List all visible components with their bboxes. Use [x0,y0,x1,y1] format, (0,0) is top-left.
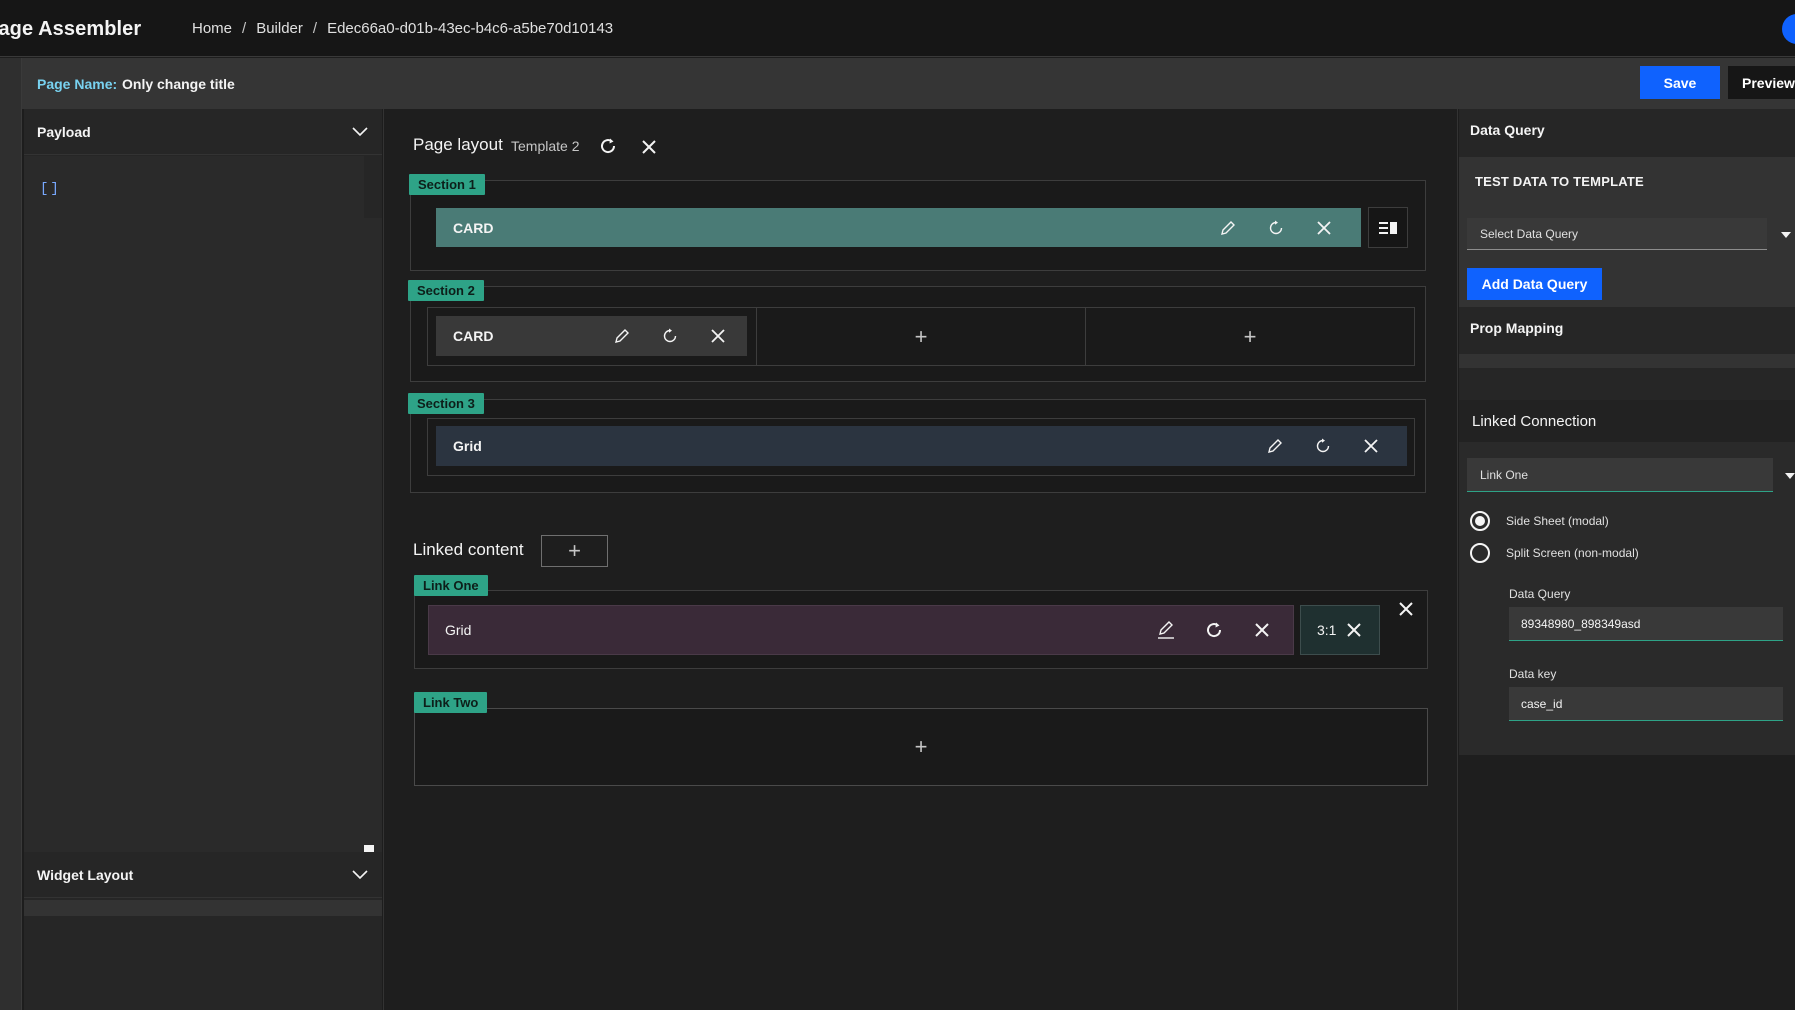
plus-icon: + [568,538,581,563]
breadcrumb-builder[interactable]: Builder [256,20,303,37]
widget-layout-title: Widget Layout [37,866,134,883]
slot-label: CARD [453,328,494,344]
refresh-icon[interactable] [1202,618,1226,642]
page-layout-title: Page layout [413,135,503,154]
breadcrumb-home[interactable]: Home [192,20,232,37]
app-title: Page Assembler [0,18,142,40]
select-placeholder: Select Data Query [1480,226,1579,241]
column-layout-icon[interactable] [1368,207,1408,248]
radio-split-screen[interactable]: Split Screen (non-modal) [1470,543,1639,563]
radio-label: Side Sheet (modal) [1506,514,1609,528]
widget-layout-accordion-header[interactable]: Widget Layout [24,852,382,898]
close-icon[interactable] [1312,216,1336,240]
edit-icon[interactable] [1216,216,1240,240]
edit-icon[interactable] [610,324,634,348]
section-tag: Section 2 [408,280,484,301]
slot-label: CARD [453,219,494,236]
slot-actions [1154,618,1274,642]
right-panel-empty-area [1459,755,1795,1010]
add-data-query-button[interactable]: Add Data Query [1467,268,1602,300]
link-tag: Link One [414,575,488,596]
add-widget-slot[interactable]: + [1086,307,1414,366]
add-linked-content-button[interactable]: + [541,535,608,567]
data-key-field[interactable]: case_id [1509,687,1783,721]
scrollbar[interactable] [364,218,382,853]
radio-side-sheet[interactable]: Side Sheet (modal) [1470,511,1609,531]
close-icon[interactable] [706,324,730,348]
payload-accordion-header[interactable]: Payload [24,109,382,155]
payload-editor[interactable] [24,156,364,853]
chevron-down-icon [352,126,368,137]
caret-down-icon [1781,232,1791,238]
test-data-label: TEST DATA TO TEMPLATE [1475,174,1644,189]
link-tag: Link Two [414,692,488,713]
data-query-field-value: 89348980_898349asd [1521,616,1641,631]
data-query-field[interactable]: 89348980_898349asd [1509,607,1783,641]
add-widget-slot[interactable]: + [757,307,1085,366]
remove-link-icon[interactable] [1394,597,1418,621]
linked-connection-title: Linked Connection [1472,412,1597,430]
section-tag: Section 1 [409,174,485,195]
edit-icon[interactable] [1263,434,1287,458]
save-button[interactable]: Save [1640,66,1720,99]
breadcrumb: Home / Builder / Edec66a0-d01b-43ec-b4c6… [192,20,613,37]
widget-layout-body [24,900,382,916]
slot-label: Grid [445,622,472,638]
close-icon[interactable] [638,136,660,158]
preview-button[interactable]: Preview [1728,66,1795,99]
link-select-dropdown[interactable]: Link One [1467,458,1773,492]
prop-mapping-body [1459,354,1795,368]
payload-value: [] [40,181,61,197]
reset-icon[interactable] [1311,434,1335,458]
data-key-field-label: Data key [1509,667,1557,681]
linked-content-title: Linked content [413,540,524,559]
ratio-selector[interactable]: 3:1 [1300,605,1380,655]
linked-connection-header[interactable]: Linked Connection [1459,400,1795,442]
page-name-label: Page Name: [37,76,118,92]
close-icon[interactable] [1346,622,1362,638]
slot-label: Grid [453,438,482,454]
edit-icon[interactable] [1154,618,1178,642]
caret-down-icon [1785,473,1795,479]
radio-button[interactable] [1470,511,1490,531]
breadcrumb-current-page: Edec66a0-d01b-43ec-b4c6-a5be70d10143 [327,20,614,37]
ratio-value: 3:1 [1317,622,1337,638]
slot-actions [1216,216,1336,240]
data-query-title: Data Query [1470,122,1545,138]
left-rail [0,58,22,1010]
radio-button[interactable] [1470,543,1490,563]
breadcrumb-separator: / [312,20,318,37]
payload-title: Payload [37,123,91,140]
data-key-field-value: case_id [1521,696,1563,711]
slot-actions [1263,434,1383,458]
reset-icon[interactable] [658,324,682,348]
prop-mapping-accordion-header[interactable]: Prop Mapping [1459,307,1795,349]
close-icon[interactable] [1250,618,1274,642]
refresh-icon[interactable] [597,135,619,157]
data-query-accordion-header[interactable]: Data Query [1459,109,1795,151]
data-query-field-label: Data Query [1509,587,1571,601]
link-two-container[interactable]: + [414,708,1428,786]
close-icon[interactable] [1359,434,1383,458]
select-data-query-dropdown[interactable]: Select Data Query [1467,218,1767,250]
reset-icon[interactable] [1264,216,1288,240]
page-name-value: Only change title [122,76,235,92]
template-name: Template 2 [511,138,580,154]
prop-mapping-title: Prop Mapping [1470,320,1564,336]
slot-actions [610,324,730,348]
plus-icon: + [914,734,928,759]
chevron-down-icon [352,869,368,880]
breadcrumb-separator: / [242,20,247,37]
section-3-grid-slot[interactable]: Grid [436,426,1407,466]
page-name-bar [0,58,1795,109]
link-select-value: Link One [1480,467,1529,482]
radio-label: Split Screen (non-modal) [1506,546,1639,560]
section-tag: Section 3 [408,393,484,414]
